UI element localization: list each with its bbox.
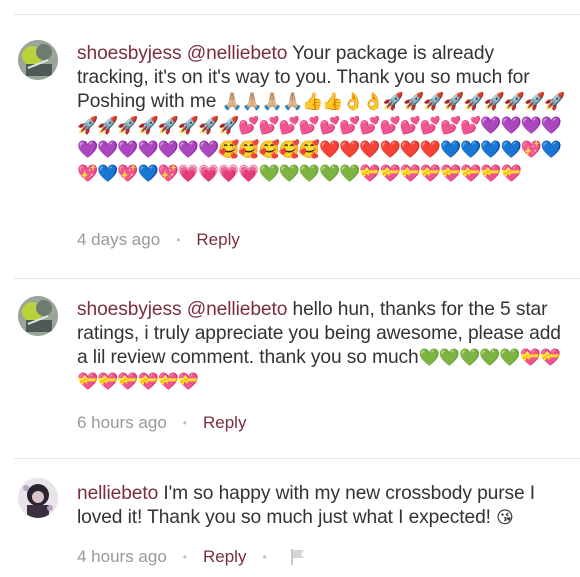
separator-dot: • (176, 233, 181, 247)
reply-button[interactable]: Reply (196, 228, 239, 252)
comment-item: shoesbyjess @nelliebeto hello hun, thank… (0, 280, 580, 460)
comment-username[interactable]: nelliebeto (77, 483, 158, 504)
separator-dot: • (182, 550, 187, 564)
comment-item: shoesbyjess @nelliebeto Your package is … (0, 0, 580, 280)
comment-timestamp: 6 hours ago (77, 413, 167, 432)
comment-mention[interactable]: @nelliebeto (187, 299, 288, 320)
comment-meta: 4 days ago • Reply (77, 228, 240, 252)
comment-body: shoesbyjess @nelliebeto hello hun, thank… (77, 298, 567, 394)
comment-emojis: 😘 (496, 508, 514, 528)
flag-icon[interactable] (289, 548, 307, 566)
separator-dot: • (182, 416, 187, 430)
separator-dot: • (262, 550, 267, 564)
divider (14, 458, 580, 459)
comment-item: nelliebeto I'm so happy with my new cros… (0, 460, 580, 577)
divider (14, 278, 580, 279)
comment-timestamp: 4 hours ago (77, 547, 167, 566)
comment-mention[interactable]: @nelliebeto (187, 43, 288, 64)
comment-username[interactable]: shoesbyjess (77, 299, 182, 320)
comment-username[interactable]: shoesbyjess (77, 43, 182, 64)
comment-body: nelliebeto I'm so happy with my new cros… (77, 482, 567, 530)
reply-button[interactable]: Reply (203, 411, 246, 435)
profile-photo-icon[interactable] (18, 478, 58, 518)
reply-button[interactable]: Reply (203, 545, 246, 569)
comment-meta: 6 hours ago • Reply (77, 411, 246, 435)
profile-photo-icon[interactable] (18, 296, 58, 336)
profile-photo-icon[interactable] (18, 40, 58, 80)
comment-meta: 4 hours ago • Reply • (77, 545, 307, 569)
comments-screen: shoesbyjess @nelliebeto Your package is … (0, 0, 580, 577)
comment-body: shoesbyjess @nelliebeto Your package is … (77, 42, 567, 186)
comment-timestamp: 4 days ago (77, 230, 161, 249)
